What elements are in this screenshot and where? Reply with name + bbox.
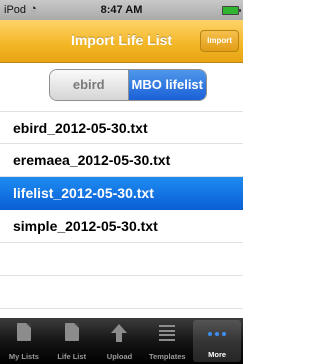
file-row-eremaea[interactable]: eremaea_2012-05-30.txt bbox=[0, 144, 243, 177]
format-segmented-control: ebird MBO lifelist bbox=[49, 69, 207, 101]
more-dots-icon bbox=[193, 325, 241, 347]
document-icon bbox=[48, 323, 96, 345]
tab-label: Templates bbox=[149, 352, 186, 361]
import-button[interactable]: Import bbox=[200, 30, 239, 52]
tab-label: Life List bbox=[57, 352, 87, 361]
status-bar: iPod ◔ 8:47 AM bbox=[0, 0, 243, 20]
navigation-bar: Import Life List Import bbox=[0, 20, 243, 63]
tab-templates[interactable]: Templates bbox=[143, 318, 191, 364]
file-row-simple[interactable]: simple_2012-05-30.txt bbox=[0, 210, 243, 243]
tab-life-list[interactable]: Life List bbox=[48, 318, 96, 364]
document-stack-icon bbox=[0, 323, 48, 345]
file-row-lifelist[interactable]: lifelist_2012-05-30.txt bbox=[0, 177, 243, 210]
empty-row bbox=[0, 243, 243, 276]
tab-label: My Lists bbox=[8, 352, 39, 361]
tab-label: More bbox=[208, 350, 227, 359]
tab-label: Upload bbox=[106, 352, 133, 361]
upload-arrow-icon bbox=[96, 323, 144, 345]
segment-ebird[interactable]: ebird bbox=[50, 70, 129, 100]
segment-area: ebird MBO lifelist bbox=[0, 63, 243, 111]
segment-mbo-lifelist[interactable]: MBO lifelist bbox=[128, 70, 206, 100]
tab-more[interactable]: More bbox=[193, 320, 241, 362]
tab-bar: My Lists Life List Upload Templates More bbox=[0, 318, 243, 364]
battery-icon bbox=[222, 6, 241, 15]
list-lines-icon bbox=[143, 323, 191, 345]
file-list: ebird_2012-05-30.txt eremaea_2012-05-30.… bbox=[0, 111, 243, 309]
empty-row bbox=[0, 276, 243, 309]
tab-upload[interactable]: Upload bbox=[96, 318, 144, 364]
tab-my-lists[interactable]: My Lists bbox=[0, 318, 48, 364]
file-row-ebird[interactable]: ebird_2012-05-30.txt bbox=[0, 111, 243, 144]
status-time: 8:47 AM bbox=[100, 4, 143, 16]
